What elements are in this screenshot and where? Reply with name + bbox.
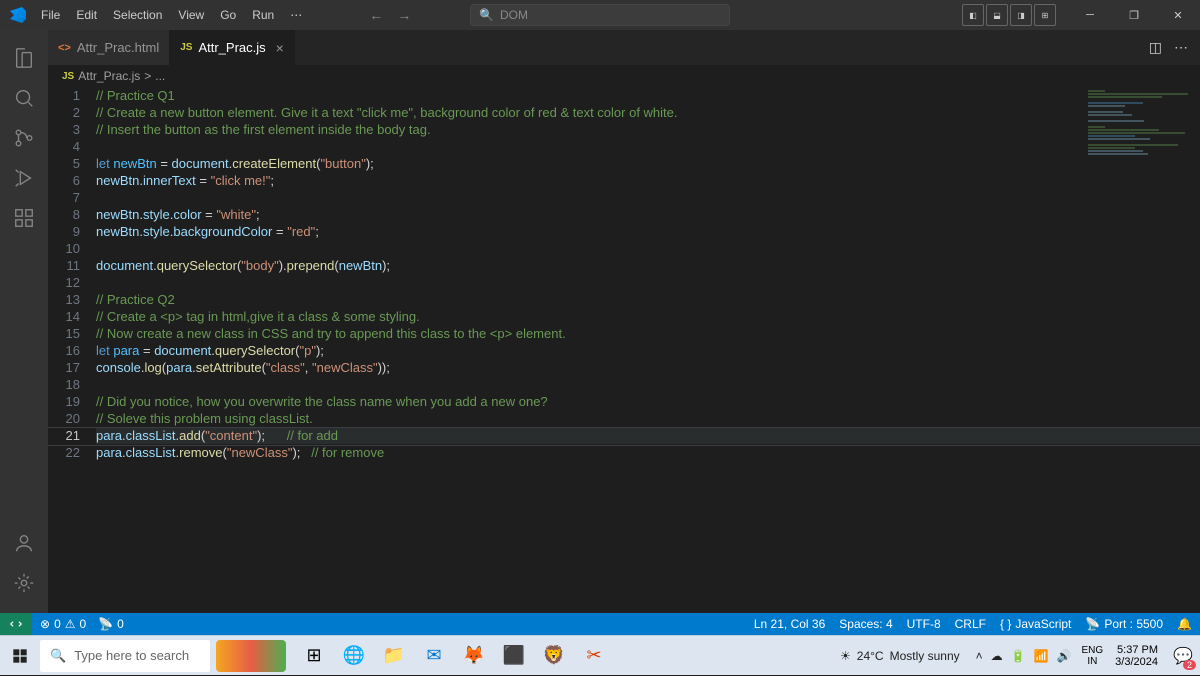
battery-icon[interactable]: 🔋	[1011, 649, 1026, 663]
menu-bar: File Edit Selection View Go Run ⋯	[34, 4, 309, 26]
taskbar-clock[interactable]: 5:37 PM 3/3/2024	[1107, 644, 1166, 668]
code-area[interactable]: // Practice Q1// Create a new button ele…	[96, 87, 1200, 613]
notification-icon: 💬	[1173, 646, 1193, 666]
mail-icon[interactable]: ✉	[414, 636, 454, 676]
radio-icon: 📡	[98, 617, 113, 631]
html-file-icon: <>	[58, 42, 71, 54]
activity-explorer-icon[interactable]	[0, 38, 48, 78]
layout-panel-icon[interactable]: ⬓	[986, 4, 1008, 26]
tab-attr-prac-js[interactable]: JS Attr_Prac.js ×	[170, 30, 295, 65]
firefox-icon[interactable]: 🦊	[454, 636, 494, 676]
taskbar-widget-icon[interactable]	[216, 640, 286, 672]
window-close[interactable]: ✕	[1158, 0, 1198, 30]
status-problems[interactable]: ⊗0 ⚠0	[40, 617, 86, 631]
layout-controls: ◧ ⬓ ◨ ⊞	[962, 4, 1056, 26]
tab-label: Attr_Prac.html	[77, 40, 159, 55]
search-icon: 🔍	[50, 648, 66, 664]
line-numbers: 12345678910111213141516171819202122	[48, 87, 96, 613]
menu-file[interactable]: File	[34, 4, 67, 26]
js-file-icon: JS	[180, 42, 192, 53]
start-button[interactable]	[0, 636, 40, 676]
bell-icon: 🔔	[1177, 617, 1192, 631]
system-tray[interactable]: ˄ ☁ 🔋 📶 🔊	[970, 649, 1078, 663]
notification-badge: 2	[1183, 660, 1196, 670]
js-file-icon: JS	[62, 71, 74, 82]
window-maximize[interactable]: ❐	[1114, 0, 1154, 30]
activity-account-icon[interactable]	[0, 523, 48, 563]
volume-icon[interactable]: 🔊	[1057, 649, 1072, 663]
activity-debug-icon[interactable]	[0, 158, 48, 198]
broadcast-icon: 📡	[1085, 617, 1100, 631]
layout-sidebar-right-icon[interactable]: ◨	[1010, 4, 1032, 26]
activity-settings-icon[interactable]	[0, 563, 48, 603]
status-indent[interactable]: Spaces: 4	[839, 617, 892, 631]
explorer-icon[interactable]: 📁	[374, 636, 414, 676]
breadcrumb-file: Attr_Prac.js	[78, 69, 140, 83]
title-nav: ← →	[369, 7, 411, 23]
braces-icon: { }	[1000, 617, 1011, 631]
menu-selection[interactable]: Selection	[106, 4, 169, 26]
tab-attr-prac-html[interactable]: <> Attr_Prac.html	[48, 30, 170, 65]
error-icon: ⊗	[40, 617, 50, 631]
wifi-icon[interactable]: 📶	[1034, 649, 1049, 663]
nav-back-icon[interactable]: ←	[369, 7, 383, 23]
vscode-logo-icon	[10, 7, 26, 23]
close-icon[interactable]: ×	[276, 40, 284, 56]
minimap[interactable]	[1088, 90, 1188, 230]
breadcrumb-rest: ...	[155, 69, 165, 83]
activity-extensions-icon[interactable]	[0, 198, 48, 238]
snip-icon[interactable]: ✂	[574, 636, 614, 676]
activity-search-icon[interactable]	[0, 78, 48, 118]
nav-forward-icon[interactable]: →	[397, 7, 411, 23]
windows-taskbar: 🔍 Type here to search ⊞ 🌐 📁 ✉ 🦊 ⬛ 🦁 ✂ ☀ …	[0, 635, 1200, 675]
breadcrumb[interactable]: JS Attr_Prac.js > ...	[48, 65, 1200, 87]
onedrive-icon[interactable]: ☁	[991, 649, 1003, 663]
edge-icon[interactable]: 🌐	[334, 636, 374, 676]
status-notifications[interactable]: 🔔	[1177, 617, 1192, 631]
chevron-up-icon[interactable]: ˄	[976, 649, 983, 663]
layout-customize-icon[interactable]: ⊞	[1034, 4, 1056, 26]
menu-view[interactable]: View	[171, 4, 211, 26]
taskbar-language[interactable]: ENG IN	[1078, 645, 1108, 667]
remote-indicator[interactable]	[0, 613, 32, 635]
activity-source-control-icon[interactable]	[0, 118, 48, 158]
window-minimize[interactable]: ─	[1070, 0, 1110, 30]
menu-run[interactable]: Run	[245, 4, 281, 26]
search-text: DOM	[500, 8, 528, 22]
menu-edit[interactable]: Edit	[69, 4, 104, 26]
layout-sidebar-left-icon[interactable]: ◧	[962, 4, 984, 26]
status-live-server[interactable]: 📡 Port : 5500	[1085, 617, 1163, 631]
task-view-icon[interactable]: ⊞	[294, 636, 334, 676]
sun-icon: ☀	[840, 649, 851, 663]
search-placeholder: Type here to search	[74, 648, 189, 663]
split-editor-icon[interactable]: ◫	[1149, 39, 1162, 56]
status-language[interactable]: { } JavaScript	[1000, 617, 1071, 631]
status-bar: ⊗0 ⚠0 📡0 Ln 21, Col 36 Spaces: 4 UTF-8 C…	[0, 613, 1200, 635]
tab-bar: <> Attr_Prac.html JS Attr_Prac.js × ◫ ⋯	[48, 30, 1200, 65]
menu-go[interactable]: Go	[213, 4, 243, 26]
title-bar: File Edit Selection View Go Run ⋯ ← → 🔍 …	[0, 0, 1200, 30]
command-center[interactable]: 🔍 DOM	[470, 4, 730, 26]
search-icon: 🔍	[479, 8, 494, 22]
editor[interactable]: 12345678910111213141516171819202122 // P…	[48, 87, 1200, 613]
status-cursor[interactable]: Ln 21, Col 36	[754, 617, 825, 631]
status-encoding[interactable]: UTF-8	[907, 617, 941, 631]
taskbar-notifications[interactable]: 💬 2	[1166, 636, 1200, 676]
breadcrumb-sep: >	[144, 69, 151, 83]
activity-bar	[0, 30, 48, 613]
warning-icon: ⚠	[65, 617, 76, 631]
status-ports[interactable]: 📡0	[98, 617, 124, 631]
taskbar-weather[interactable]: ☀ 24°C Mostly sunny	[830, 649, 970, 663]
menu-more[interactable]: ⋯	[283, 4, 309, 26]
more-actions-icon[interactable]: ⋯	[1174, 39, 1188, 56]
tab-label: Attr_Prac.js	[198, 40, 265, 55]
status-eol[interactable]: CRLF	[955, 617, 986, 631]
vscode-taskbar-icon[interactable]: ⬛	[494, 636, 534, 676]
brave-icon[interactable]: 🦁	[534, 636, 574, 676]
taskbar-search[interactable]: 🔍 Type here to search	[40, 640, 210, 672]
